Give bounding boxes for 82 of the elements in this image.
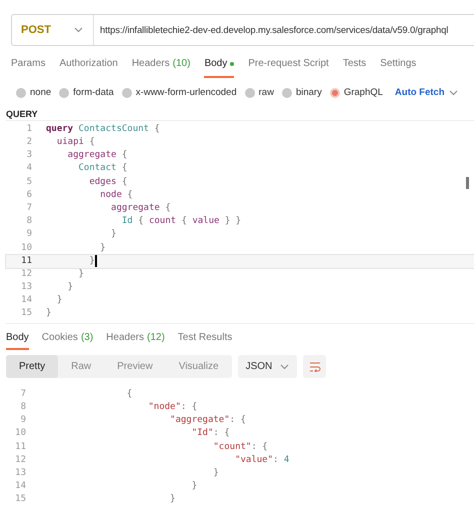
section-label: QUERY (5, 108, 39, 120)
line-number: 11 (20, 254, 33, 268)
code-line: } (99, 242, 106, 255)
code-line: } (169, 493, 176, 506)
body-type-radio[interactable]: binary (282, 86, 322, 100)
request-tab[interactable]: Headers (10) (132, 56, 190, 78)
view-mode-tab[interactable]: Pretty (6, 355, 58, 378)
body-type-radio[interactable]: none (16, 86, 52, 100)
url-field[interactable]: https://infallibletechie2-dev-ed.develop.my.salesforce.com/services/data/v59.0/graphql (94, 22, 474, 38)
line-number: 4 (26, 162, 33, 176)
body-type-radio[interactable]: x-www-form-urlencoded (122, 86, 237, 100)
wrap-lines-button[interactable] (303, 355, 326, 378)
code-line: "count": { (212, 440, 268, 454)
code-line: } (66, 281, 74, 294)
line-number: 8 (26, 215, 33, 228)
code-line: "aggregate": { (169, 414, 246, 428)
response-tab[interactable]: Headers (12) (106, 330, 165, 350)
query-editor[interactable]: 1 query ContactsCount { 2 uiapi { 3 aggregate { 4 Contact { 5 edges { 6 node { 7 aggregate { 8 Id { count { value } } 9 } 10 } 11 } 12 } 13 } 14 } 15 } (6, 120, 474, 324)
code-line: } (46, 307, 52, 320)
code-line: aggregate { (66, 149, 128, 162)
line-number: 11 (14, 440, 27, 454)
code-line: Id { count { value } } (120, 215, 242, 228)
code-line: "value": 4 (234, 454, 290, 467)
code-line: } (110, 228, 116, 242)
chevron-down-icon (74, 27, 83, 33)
request-tab[interactable]: Authorization (59, 56, 118, 78)
body-type-radio[interactable]: GraphQL (330, 86, 383, 100)
code-line: aggregate { (110, 202, 171, 215)
code-line: "node": { (147, 401, 198, 414)
scrollbar-thumb[interactable] (466, 177, 469, 189)
line-number: 12 (20, 268, 33, 281)
code-line: "Id": { (190, 427, 230, 440)
format-dropdown[interactable]: JSON (238, 355, 298, 378)
line-number: 7 (26, 202, 33, 215)
line-number: 1 (26, 122, 33, 136)
line-number: 13 (14, 466, 27, 480)
line-number: 12 (14, 454, 27, 467)
line-number: 5 (26, 176, 33, 189)
response-tab[interactable]: Body (6, 330, 29, 350)
line-number: 9 (20, 414, 27, 428)
chevron-down-icon (448, 90, 458, 96)
code-line: { (126, 388, 132, 401)
line-number: 14 (14, 480, 27, 494)
request-tab[interactable]: Pre-request Script (248, 56, 329, 78)
request-tab[interactable]: Tests (342, 56, 366, 78)
line-number: 7 (20, 388, 27, 401)
code-line: node { (99, 188, 133, 202)
line-number: 15 (14, 493, 27, 506)
code-line: } (212, 466, 219, 480)
code-line: } (190, 480, 198, 494)
line-number: 10 (14, 427, 27, 440)
code-line: query ContactsCount { (46, 122, 160, 136)
body-type-radio[interactable]: raw (244, 86, 274, 100)
auto-fetch-button[interactable]: Auto Fetch (394, 86, 458, 100)
line-number: 13 (20, 281, 33, 294)
view-mode-tab[interactable]: Visualize (166, 355, 232, 378)
line-number: 6 (26, 188, 33, 202)
line-number: 9 (26, 228, 33, 242)
code-line: uiapi { (56, 136, 95, 150)
code-line: Contact { (78, 162, 128, 176)
request-tab[interactable]: Params (11, 56, 46, 78)
view-mode-tab[interactable]: Raw (58, 355, 104, 378)
view-mode-tab[interactable]: Preview (104, 355, 166, 378)
request-tab[interactable]: Settings (380, 56, 416, 78)
code-line: } (88, 254, 97, 268)
response-tab[interactable]: Cookies (3) (42, 330, 94, 350)
wrap-lines-icon (308, 362, 321, 372)
method-dropdown[interactable]: POST (12, 15, 94, 45)
line-number: 3 (26, 149, 33, 162)
line-number: 8 (20, 401, 27, 414)
line-number: 2 (26, 136, 33, 150)
request-tab[interactable]: Body (204, 56, 234, 78)
line-number: 15 (20, 307, 33, 320)
line-number: 10 (20, 242, 33, 255)
code-line: } (56, 294, 62, 308)
code-line: edges { (88, 176, 128, 189)
response-tab[interactable]: Test Results (178, 330, 232, 350)
code-line: } (78, 268, 84, 281)
line-number: 14 (20, 294, 33, 308)
url-bar[interactable]: POST https://infallibletechie2-dev-ed.develop.my.salesforce.com/services/data/v59.0/graphql (11, 14, 474, 46)
chevron-down-icon (280, 364, 290, 370)
body-type-radio[interactable]: form-data (59, 86, 114, 100)
